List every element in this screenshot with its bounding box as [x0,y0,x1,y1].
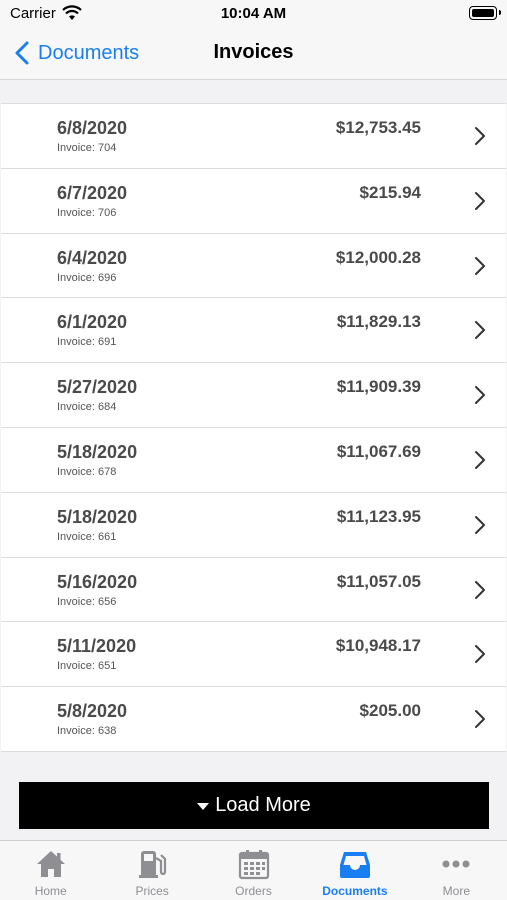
invoice-number: Invoice: 656 [57,595,117,608]
invoice-row[interactable]: 6/7/2020 Invoice: 706 $215.94 [1,168,506,234]
chevron-right-icon [475,580,485,599]
invoice-date: 6/4/2020 [57,247,128,268]
tab-label: Orders [235,884,272,898]
chevron-right-icon [475,386,485,405]
invoice-date: 5/11/2020 [57,636,137,657]
chevron-right-icon [475,645,485,664]
invoice-row[interactable]: 5/8/2020 Invoice: 638 $205.00 [1,687,506,752]
more-icon [442,860,470,868]
invoice-row[interactable]: 6/1/2020 Invoice: 691 $11,829.13 [1,298,506,364]
tab-prices[interactable]: Prices [101,841,202,900]
invoice-list: 6/8/2020 Invoice: 704 $12,753.45 6/7/202… [1,103,506,752]
tab-label: More [442,884,470,898]
invoice-amount: $11,909.39 [336,377,421,397]
tab-more[interactable]: More [406,841,507,900]
invoice-amount: $11,123.95 [336,506,421,526]
status-time: 10:04 AM [220,5,287,22]
invoice-number: Invoice: 661 [57,530,117,543]
calendar-icon [238,850,269,880]
tab-orders[interactable]: Orders [203,841,304,900]
invoice-amount: $10,948.17 [335,636,421,656]
load-more-button[interactable]: Load More [19,782,489,829]
chevron-right-icon [475,127,485,145]
invoice-amount: $12,753.45 [335,118,421,137]
caret-down-icon [197,803,210,810]
invoice-number: Invoice: 678 [57,465,117,478]
invoice-amount: $12,000.28 [335,247,421,267]
load-more-label: Load More [215,794,311,816]
status-bar: Carrier 10:04 AM [0,0,507,28]
invoice-number: Invoice: 706 [57,206,117,219]
tab-label: Home [34,884,67,898]
invoice-amount: $11,067.69 [336,441,421,461]
invoice-amount: $11,829.13 [336,312,421,332]
chevron-right-icon [475,321,485,340]
tab-home[interactable]: Home [0,841,101,900]
tab-label: Documents [322,884,388,898]
invoice-date: 5/18/2020 [57,506,138,527]
invoice-date: 5/27/2020 [57,377,138,398]
invoice-date: 5/16/2020 [57,571,138,592]
invoice-number: Invoice: 684 [57,401,117,414]
invoice-number: Invoice: 638 [57,725,117,738]
invoice-row[interactable]: 5/18/2020 Invoice: 661 $11,123.95 [1,492,506,558]
invoice-amount: $11,057.05 [336,571,421,591]
tab-documents[interactable]: Documents [304,841,405,900]
invoice-number: Invoice: 696 [57,271,117,284]
invoice-date: 6/1/2020 [57,312,128,333]
chevron-right-icon [475,256,485,275]
invoice-row[interactable]: 5/11/2020 Invoice: 651 $10,948.17 [1,622,506,688]
invoice-row[interactable]: 6/8/2020 Invoice: 704 $12,753.45 [1,104,506,169]
invoice-row[interactable]: 5/27/2020 Invoice: 684 $11,909.39 [1,363,506,428]
home-icon [36,851,65,877]
invoice-row[interactable]: 5/16/2020 Invoice: 656 $11,057.05 [1,557,506,623]
invoice-amount: $205.00 [359,701,421,721]
page-title: Invoices [213,41,294,63]
chevron-right-icon [475,710,485,729]
chevron-right-icon [475,450,485,469]
tab-label: Prices [135,884,169,898]
inbox-icon [339,852,370,878]
invoice-date: 5/18/2020 [57,441,138,462]
invoice-number: Invoice: 651 [57,660,117,673]
chevron-right-icon [475,191,485,210]
invoice-date: 5/8/2020 [57,701,128,722]
invoice-number: Invoice: 704 [57,142,117,154]
navigation-bar: Documents Invoices [0,28,507,80]
invoice-number: Invoice: 691 [57,336,117,349]
invoice-row[interactable]: 6/4/2020 Invoice: 696 $12,000.28 [1,233,506,299]
invoice-date: 6/8/2020 [57,118,128,138]
tab-bar: Home Prices Orders Documents More [0,840,507,900]
fuel-pump-icon [139,851,167,878]
chevron-right-icon [475,515,485,534]
invoice-date: 6/7/2020 [57,182,128,203]
battery-icon [469,6,501,20]
invoice-amount: $215.94 [359,182,421,202]
invoice-row[interactable]: 5/18/2020 Invoice: 678 $11,067.69 [1,427,506,493]
